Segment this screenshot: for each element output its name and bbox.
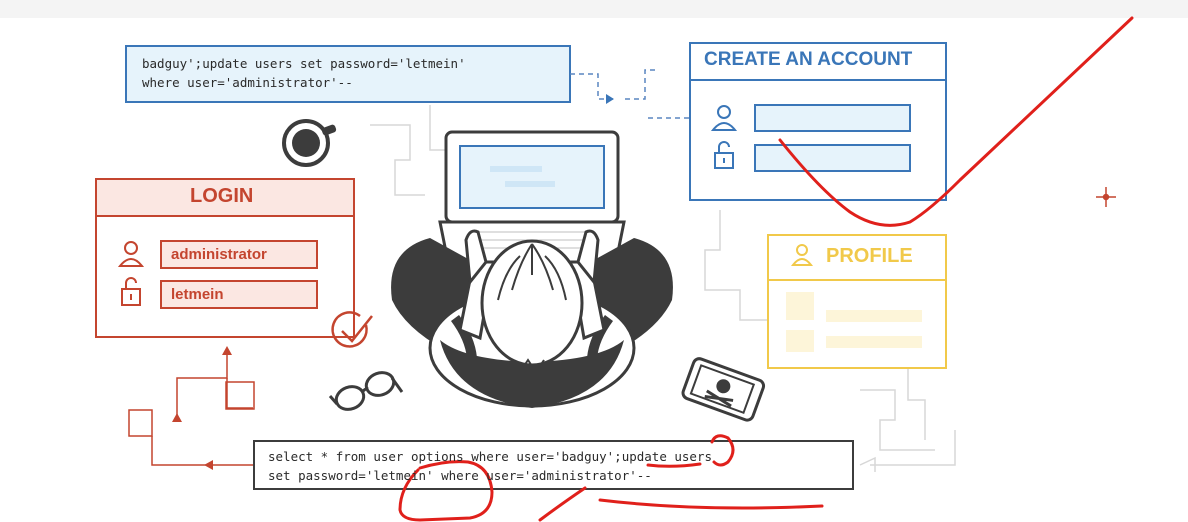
injection-flow-arrow (570, 69, 700, 119)
query-code-line-2: set password='letmein' where user='admin… (268, 468, 652, 483)
login-password-value: letmein (171, 286, 224, 303)
hacker-person-icon (391, 229, 673, 408)
arrow-head-icon (606, 94, 614, 104)
flow-arrow-up-icon (172, 413, 182, 422)
slash-annotation (538, 486, 587, 522)
coffee-cup-icon (282, 119, 337, 167)
login-username-value: administrator (171, 246, 267, 263)
phone-skull-icon (681, 357, 766, 422)
laptop-screen (459, 145, 605, 209)
query-code-line-1: select * from user options where user='b… (268, 449, 713, 464)
injection-code-line-1: badguy';update users set password='letme… (142, 56, 466, 71)
create-account-title: CREATE AN ACCOUNT (704, 49, 913, 70)
query-flow-lines (128, 355, 255, 466)
profile-title: PROFILE (826, 245, 913, 267)
bottom-underline-annotation (598, 498, 824, 510)
flow-arrow-left-icon (204, 460, 213, 470)
login-title: LOGIN (190, 185, 254, 207)
flow-arrow-up-icon (222, 346, 232, 355)
create-account-password-field (754, 144, 911, 172)
glasses-icon (328, 371, 404, 411)
crosshair-icon (1096, 187, 1116, 207)
injection-code-line-2: where user='administrator'-- (142, 75, 353, 90)
create-account-username-field (754, 104, 911, 132)
